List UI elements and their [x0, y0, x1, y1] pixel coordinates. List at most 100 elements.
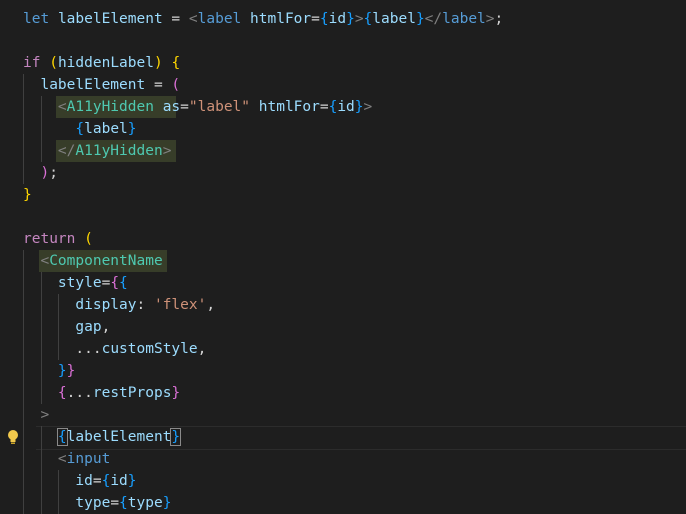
code-token: ) [40, 165, 50, 181]
code-line[interactable]: </A11yHidden> [0, 140, 686, 162]
code-text: type={type} [23, 492, 171, 514]
code-token: } [23, 187, 32, 203]
code-text: }} [23, 360, 75, 382]
code-line[interactable]: {labelElement} [0, 426, 686, 450]
code-token: } [162, 495, 172, 511]
code-token: = [311, 11, 320, 27]
code-token: > [485, 11, 495, 27]
code-text: let labelElement = <label htmlFor={id}>{… [23, 8, 503, 30]
code-token: display [75, 297, 137, 313]
code-token: = [110, 495, 120, 511]
code-text: <A11yHidden as="label" htmlFor={id}> [23, 96, 372, 118]
code-line[interactable]: id={id} [0, 470, 686, 492]
code-token: type [127, 495, 163, 511]
code-text: <ComponentName [23, 250, 162, 272]
code-token: labelElement [23, 77, 146, 93]
code-token: : [136, 297, 154, 313]
code-token: { [57, 385, 67, 401]
code-editor[interactable]: let labelElement = <label htmlFor={id}>{… [0, 0, 686, 514]
code-line[interactable] [0, 206, 686, 228]
code-token: </ [57, 143, 76, 159]
code-token: = [145, 77, 172, 93]
code-text: <input [23, 448, 110, 470]
code-text: {labelElement} [23, 426, 182, 448]
code-token: label [442, 11, 486, 27]
code-token: labelElement [57, 11, 163, 27]
code-line[interactable]: {label} [0, 118, 686, 140]
code-token: { [119, 495, 128, 511]
code-line[interactable]: ); [0, 162, 686, 184]
code-token: id [75, 473, 93, 489]
code-token: } [66, 363, 76, 379]
code-token: return [23, 231, 76, 247]
code-line[interactable]: } [0, 184, 686, 206]
code-token: style [57, 275, 102, 291]
code-token: } [127, 121, 137, 137]
code-line[interactable]: }} [0, 360, 686, 382]
code-token: } [57, 363, 67, 379]
code-token: hiddenLabel [57, 55, 154, 71]
code-line[interactable]: gap, [0, 316, 686, 338]
code-token: customStyle [101, 341, 198, 357]
code-token: "label" [188, 99, 251, 115]
code-token: input [66, 451, 111, 467]
lightbulb-icon[interactable] [7, 429, 19, 445]
code-token: } [170, 428, 182, 446]
code-line[interactable]: <A11yHidden as="label" htmlFor={id}> [0, 96, 686, 118]
code-text: if (hiddenLabel) { [23, 52, 180, 74]
code-token: id [110, 473, 128, 489]
code-token: > [40, 407, 50, 423]
code-line[interactable]: <input [0, 448, 686, 470]
code-token: { [75, 121, 85, 137]
code-token: </ [424, 11, 443, 27]
code-token: = [180, 99, 189, 115]
code-token: = [92, 473, 102, 489]
code-line[interactable]: <ComponentName [0, 250, 686, 272]
code-text: ...customStyle, [23, 338, 206, 360]
code-token: > [354, 11, 364, 27]
code-token: let [23, 11, 50, 27]
code-line[interactable]: type={type} [0, 492, 686, 514]
code-token: } [171, 385, 181, 401]
code-token: { [319, 11, 329, 27]
code-line[interactable]: > [0, 404, 686, 426]
code-token: ... [75, 341, 102, 357]
code-token: id [337, 99, 355, 115]
code-line[interactable]: {...restProps} [0, 382, 686, 404]
code-text: ); [23, 162, 57, 184]
code-text: > [23, 404, 49, 426]
code-line[interactable]: display: 'flex', [0, 294, 686, 316]
code-token: ) [153, 55, 163, 71]
code-token: 'flex' [153, 297, 207, 313]
code-text: display: 'flex', [23, 294, 215, 316]
code-line[interactable]: return ( [0, 228, 686, 250]
code-line[interactable]: labelElement = ( [0, 74, 686, 96]
code-line[interactable]: let labelElement = <label htmlFor={id}>{… [0, 8, 686, 30]
code-token: < [40, 253, 50, 269]
code-token: < [57, 451, 67, 467]
code-line[interactable]: ...customStyle, [0, 338, 686, 360]
code-token: { [110, 275, 120, 291]
code-line[interactable]: if (hiddenLabel) { [0, 52, 686, 74]
code-line[interactable]: style={{ [0, 272, 686, 294]
code-token: < [57, 99, 67, 115]
code-token: ( [84, 231, 93, 247]
code-token: ; [494, 11, 504, 27]
code-token: label [197, 11, 242, 27]
code-line[interactable] [0, 30, 686, 52]
